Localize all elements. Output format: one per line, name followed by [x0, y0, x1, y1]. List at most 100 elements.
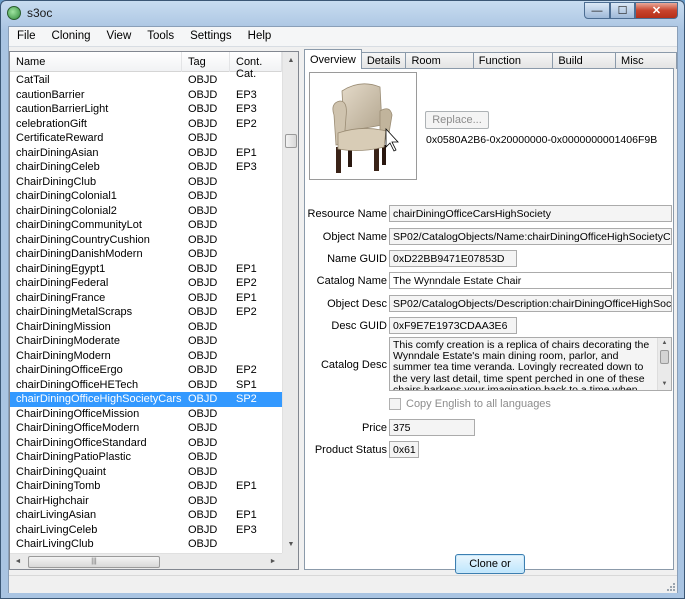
scroll-down-arrow-icon[interactable]: ▼ — [283, 536, 298, 553]
replace-button[interactable]: Replace... — [425, 111, 489, 129]
list-row[interactable]: ChairDiningOfficeMission OBJD — [10, 407, 282, 422]
copy-english-checkbox[interactable] — [389, 398, 401, 410]
name-guid-label: Name GUID — [327, 253, 387, 265]
list-row[interactable]: chairDiningColonial1 OBJD — [10, 189, 282, 204]
row-name: chairLivingCeleb — [16, 523, 98, 536]
list-row[interactable]: chairDiningOfficeHighSocietyCars OBJD SP2 — [10, 392, 282, 407]
row-name: chairDiningOfficeErgo — [16, 364, 123, 376]
resize-grip-icon[interactable] — [665, 581, 675, 591]
row-tag: OBJD — [188, 494, 218, 507]
copy-english-option[interactable]: Copy English to all languages — [389, 398, 551, 410]
copy-english-label: Copy English to all languages — [406, 398, 551, 410]
tab-misc-flags[interactable]: Misc Flags — [615, 52, 677, 79]
hscroll-thumb[interactable]: ||| — [28, 556, 160, 568]
desc-guid-field[interactable]: 0xF9E7E1973CDAA3E6 — [389, 317, 517, 334]
vertical-scrollbar[interactable]: ▲ ▼ — [282, 52, 298, 553]
tab-function-flags[interactable]: Function Flags — [472, 52, 554, 79]
desc-scroll-thumb[interactable] — [660, 350, 669, 364]
list-row[interactable]: CertificateReward OBJD — [10, 131, 282, 146]
list-row[interactable]: chairLivingCeleb OBJD EP3 — [10, 523, 282, 538]
list-row[interactable]: chairDiningMetalScraps OBJD EP2 — [10, 305, 282, 320]
list-row[interactable]: ChairDiningClub OBJD — [10, 175, 282, 190]
overview-page: Replace... 0x0580A2B6-0x20000000-0x00000… — [304, 68, 674, 588]
list-row[interactable]: chairLivingAsian OBJD EP1 — [10, 508, 282, 523]
list-row[interactable]: chairDiningCeleb OBJD EP3 — [10, 160, 282, 175]
list-row[interactable]: ChairHighchair OBJD — [10, 494, 282, 509]
row-tag: OBJD — [188, 233, 218, 246]
menu-view[interactable]: View — [99, 27, 140, 46]
list-row[interactable]: chairDiningFrance OBJD EP1 — [10, 291, 282, 306]
catalog-desc-textarea[interactable]: This comfy creation is a replica of chai… — [389, 337, 672, 391]
list-row[interactable]: ChairLivingClub OBJD — [10, 537, 282, 552]
menu-help[interactable]: Help — [240, 27, 280, 46]
list-row[interactable]: cautionBarrier OBJD EP3 — [10, 88, 282, 103]
menu-settings[interactable]: Settings — [182, 27, 240, 46]
row-name: chairDiningCountryCushion — [16, 233, 150, 246]
row-tag: OBJD — [188, 132, 218, 144]
list-row[interactable]: chairDiningCountryCushion OBJD — [10, 233, 282, 248]
column-header-name[interactable]: Name — [10, 52, 182, 72]
clone-or-fix-button[interactable]: Clone or Fix... — [455, 554, 525, 588]
tab-room-flags[interactable]: Room Flags — [405, 52, 474, 79]
column-header-tag[interactable]: Tag — [182, 52, 230, 72]
list-row[interactable]: ChairDiningOfficeModern OBJD — [10, 421, 282, 436]
desc-scroll-up-icon[interactable]: ▲ — [658, 338, 671, 348]
row-cont-cat: EP3 — [236, 103, 257, 115]
list-row[interactable]: ChairDiningMission OBJD — [10, 320, 282, 335]
tab-details[interactable]: Details — [360, 52, 407, 69]
list-row[interactable]: celebrationGift OBJD EP2 — [10, 117, 282, 132]
scroll-left-arrow-icon[interactable]: ◄ — [10, 554, 26, 569]
list-row[interactable]: ChairDiningPatioPlastic OBJD — [10, 450, 282, 465]
list-row[interactable]: ChairDiningModerate OBJD — [10, 334, 282, 349]
list-row[interactable]: chairDiningDanishModern OBJD — [10, 247, 282, 262]
list-row[interactable]: chairDiningOfficeErgo OBJD EP2 — [10, 363, 282, 378]
row-cont-cat: EP3 — [236, 161, 257, 173]
horizontal-scrollbar[interactable]: ◄ ||| ► — [10, 553, 282, 569]
resource-list[interactable]: Name Tag Cont. Cat. CatTail OBJD cautionBa… — [9, 51, 299, 570]
row-name: chairDiningCommunityLot — [16, 219, 142, 231]
product-status-field[interactable]: 0x61 — [389, 441, 419, 458]
list-row[interactable]: chairDiningEgypt1 OBJD EP1 — [10, 262, 282, 277]
list-row[interactable]: cautionBarrierLight OBJD EP3 — [10, 102, 282, 117]
catalog-name-field[interactable]: The Wynndale Estate Chair — [389, 272, 672, 289]
row-tag: OBJD — [188, 407, 218, 420]
scroll-thumb[interactable] — [285, 134, 297, 148]
tab-overview[interactable]: Overview — [304, 49, 362, 69]
list-row[interactable]: ChairDiningQuaint OBJD — [10, 465, 282, 480]
row-name: chairDiningColonial1 — [16, 190, 117, 202]
desc-scrollbar[interactable]: ▲ ▼ — [657, 338, 671, 390]
scroll-up-arrow-icon[interactable]: ▲ — [283, 52, 298, 69]
object-name-field[interactable]: SP02/CatalogObjects/Name:chairDiningOffi… — [389, 228, 672, 245]
column-header-cont-cat[interactable]: Cont. Cat. — [230, 52, 282, 80]
list-row[interactable]: ChairDiningOfficeStandard OBJD — [10, 436, 282, 451]
row-name: ChairDiningOfficeStandard — [16, 436, 147, 449]
maximize-button[interactable]: ☐ — [610, 2, 635, 19]
resource-name-field[interactable]: chairDiningOfficeCarsHighSociety — [389, 205, 672, 222]
list-row[interactable]: CatTail OBJD — [10, 73, 282, 88]
list-row[interactable]: chairDiningOfficeHETech OBJD SP1 — [10, 378, 282, 393]
list-row[interactable]: chairDiningColonial2 OBJD — [10, 204, 282, 219]
price-field[interactable]: 375 — [389, 419, 475, 436]
minimize-button[interactable]: — — [584, 2, 610, 19]
row-tag: OBJD — [188, 378, 218, 391]
list-row[interactable]: chairDiningFederal OBJD EP2 — [10, 276, 282, 291]
title-bar[interactable]: s3oc — ☐ ✕ — [1, 1, 684, 25]
list-row[interactable]: ChairDiningTomb OBJD EP1 — [10, 479, 282, 494]
row-name: chairDiningOfficeHighSocietyCars — [16, 393, 182, 405]
menu-tools[interactable]: Tools — [139, 27, 182, 46]
row-name: ChairLivingClub — [16, 538, 94, 550]
close-button[interactable]: ✕ — [635, 2, 678, 19]
list-row[interactable]: ChairDiningModern OBJD — [10, 349, 282, 364]
desc-scroll-down-icon[interactable]: ▼ — [658, 379, 671, 389]
name-guid-field[interactable]: 0xD22BB9471E07853D — [389, 250, 517, 267]
object-desc-field[interactable]: SP02/CatalogObjects/Description:chairDin… — [389, 295, 672, 312]
list-row[interactable]: chairDiningAsian OBJD EP1 — [10, 146, 282, 161]
client-area: File Cloning View Tools Settings Help Na… — [8, 26, 678, 593]
row-tag: OBJD — [188, 219, 218, 231]
row-tag: OBJD — [188, 509, 218, 521]
menu-cloning[interactable]: Cloning — [44, 27, 99, 46]
scroll-right-arrow-icon[interactable]: ► — [265, 554, 281, 569]
menu-file[interactable]: File — [9, 27, 44, 46]
tab-build-flags[interactable]: Build Flags — [552, 52, 617, 79]
list-row[interactable]: chairDiningCommunityLot OBJD — [10, 218, 282, 233]
